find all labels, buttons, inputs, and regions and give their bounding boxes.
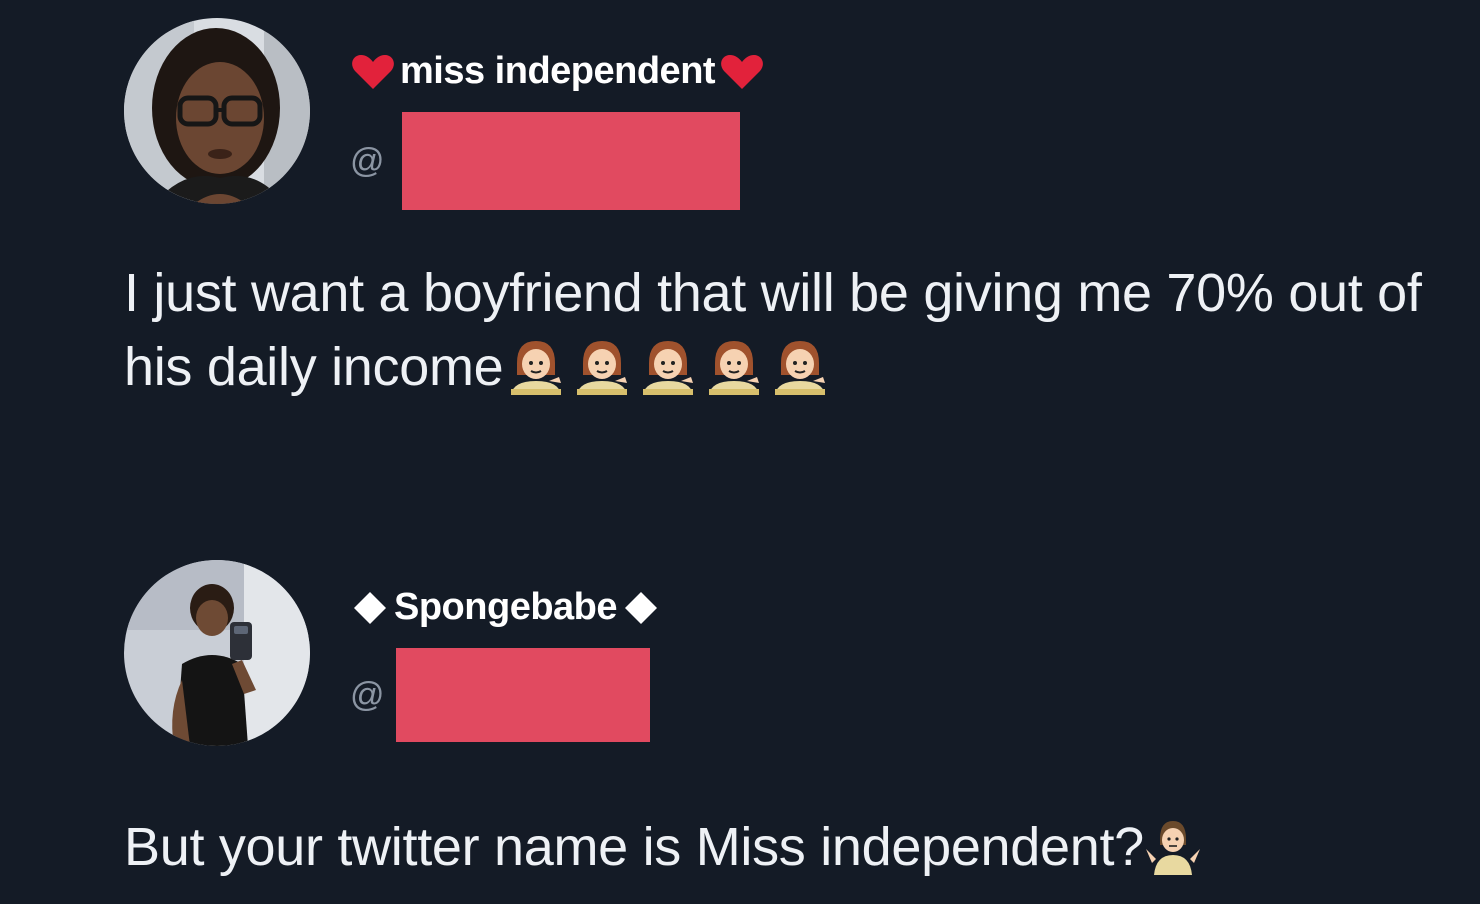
display-name-row[interactable]: Spongebabe xyxy=(350,586,661,629)
avatar[interactable] xyxy=(124,560,310,746)
tweet-body: But your twitter name is Miss independen… xyxy=(124,817,1144,877)
woman-tipping-hand-icon xyxy=(701,333,767,399)
woman-tipping-hand-icon xyxy=(635,333,701,399)
red-heart-icon xyxy=(350,52,396,92)
white-diamond-icon xyxy=(350,588,390,628)
handle-at: @ xyxy=(350,141,385,180)
user-handle[interactable]: @ xyxy=(350,648,385,742)
woman-tipping-hand-icon xyxy=(767,333,833,399)
red-heart-icon xyxy=(719,52,765,92)
display-name-row[interactable]: miss independent xyxy=(350,50,765,93)
display-name[interactable]: miss independent xyxy=(400,50,716,93)
woman-tipping-hand-icon xyxy=(569,333,635,399)
tweet[interactable]: Spongebabe @ But your twitter name is Mi… xyxy=(0,540,1480,904)
white-diamond-icon xyxy=(621,588,661,628)
tweet-text: But your twitter name is Miss independen… xyxy=(124,810,1424,884)
woman-shrugging-icon xyxy=(1144,815,1202,877)
user-handle[interactable]: @ xyxy=(350,112,385,210)
display-name[interactable]: Spongebabe xyxy=(394,586,618,629)
avatar[interactable] xyxy=(124,18,310,204)
tweet-text: I just want a boyfriend that will be giv… xyxy=(124,256,1424,404)
redaction-box xyxy=(396,648,650,742)
handle-at: @ xyxy=(350,675,385,714)
woman-tipping-hand-icon xyxy=(503,333,569,399)
redaction-box xyxy=(402,112,740,210)
tweet[interactable]: miss independent @ I just want a boyfrie… xyxy=(0,0,1480,470)
